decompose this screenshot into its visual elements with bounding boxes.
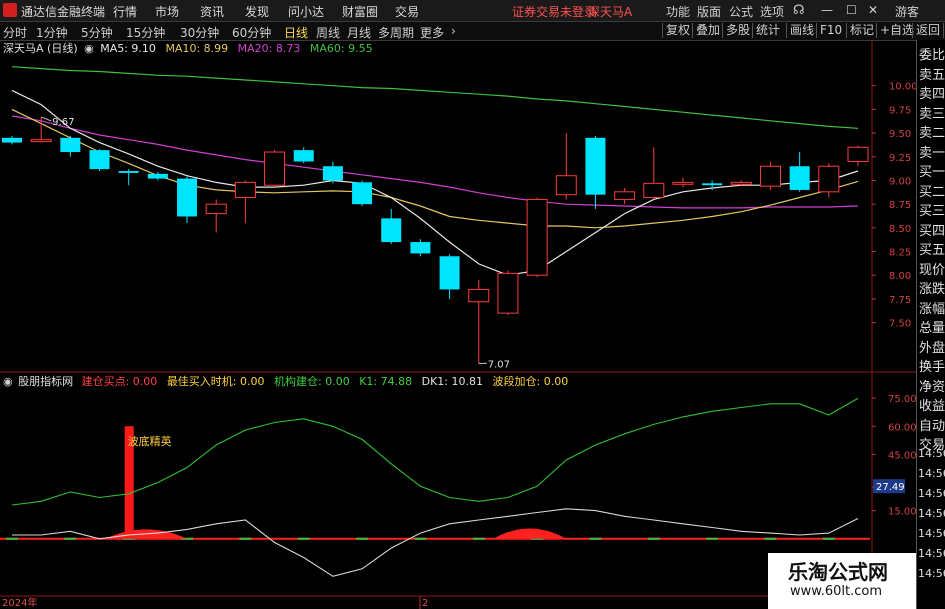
candle-body-down	[702, 183, 723, 186]
y-tick-label: 7.50	[889, 319, 911, 330]
ma60-line	[11, 66, 859, 129]
candle-body-up	[205, 203, 227, 215]
high-price-label: 9.67	[52, 117, 74, 128]
dk1-line	[12, 508, 859, 577]
candle-body-up	[526, 198, 548, 276]
candle-body-down	[147, 173, 168, 179]
side-field-10[interactable]: 买四	[919, 222, 945, 241]
time-label: 14:56	[918, 447, 945, 460]
red-area	[493, 528, 567, 539]
y-tick-label: 7.75	[889, 295, 911, 306]
side-field-17[interactable]: 换手	[919, 358, 945, 377]
side-field-2[interactable]: 卖五	[919, 66, 945, 85]
side-field-18[interactable]: 净资	[919, 378, 945, 397]
candle-body-up	[468, 288, 490, 303]
side-field-1[interactable]: 委比	[919, 46, 945, 65]
side-field-14[interactable]: 涨幅	[919, 300, 945, 319]
y-tick-label: 8.00	[889, 271, 911, 282]
candle-body-down	[352, 182, 373, 205]
side-field-3[interactable]: 卖四	[919, 85, 945, 104]
candle-body-up	[234, 181, 256, 199]
x-label-month: 2	[422, 598, 428, 609]
y-tick-label: 9.50	[889, 129, 911, 140]
side-field-12[interactable]: 现价	[919, 261, 945, 280]
k1-line	[11, 397, 859, 506]
watermark-url: www.60lt.com	[790, 584, 882, 599]
low-price-label: 7.07	[488, 359, 510, 370]
candle-body-down	[60, 137, 81, 153]
x-label-year: 2024年	[2, 596, 37, 609]
candle-body-up	[759, 165, 781, 187]
watermark-title: 乐淘公式网	[788, 560, 888, 584]
candle-body-down	[439, 256, 460, 290]
candle-body-up	[264, 151, 286, 186]
kline-chart[interactable]: 波底精英 10.00 9.75 9.50 9.25 9.00 8.75 8.50 8.25 8.…	[0, 0, 916, 609]
side-field-4[interactable]: 卖三	[919, 105, 945, 124]
side-field-5[interactable]: 卖二	[919, 124, 945, 143]
candle-body-up	[672, 181, 694, 185]
candle-body-down	[322, 166, 343, 181]
side-field-11[interactable]: 买五	[919, 241, 945, 260]
time-label: 14:56	[918, 507, 945, 520]
side-field-8[interactable]: 买二	[919, 183, 945, 202]
candle-body-up	[730, 181, 752, 185]
side-field-7[interactable]: 买一	[919, 163, 945, 182]
ma10-line	[11, 108, 859, 229]
time-label: 14:56	[918, 547, 945, 560]
candle-body-down	[118, 170, 139, 173]
side-field-19[interactable]: 收益	[919, 397, 945, 416]
candle-body-down	[410, 242, 431, 254]
side-field-6[interactable]: 卖一	[919, 144, 945, 163]
side-field-15[interactable]: 总量	[919, 319, 945, 338]
y-tick-label: 10.00	[889, 82, 916, 93]
y-tick-label: 15.00	[888, 507, 916, 518]
high-pointer	[40, 116, 52, 122]
y-tick-label: 8.75	[889, 200, 911, 211]
y-tick-label: 60.00	[888, 422, 916, 433]
current-value-label: 27.49	[876, 482, 905, 493]
time-label: 14:56	[918, 487, 945, 500]
side-field-9[interactable]: 买三	[919, 202, 945, 221]
time-label: 14:56	[918, 527, 945, 540]
candle-body-up	[643, 182, 665, 199]
y-tick-label: 8.25	[889, 248, 911, 259]
ma20-line	[11, 115, 859, 209]
candle-body-up	[497, 272, 519, 314]
candle-body-down	[585, 137, 606, 195]
time-label: 14:56	[918, 467, 945, 480]
y-tick-label: 75.00	[888, 394, 916, 405]
candle-body-down	[177, 178, 198, 217]
back-button[interactable]: 返回	[912, 23, 945, 38]
y-tick-label: 8.50	[889, 224, 911, 235]
side-field-20[interactable]: 自动	[919, 417, 945, 436]
candle-body-up	[818, 165, 840, 193]
candle-body-down	[789, 166, 810, 190]
quote-side-panel: 委比 卖五 卖四 卖三 卖二 卖一 买一 买二 买三 买四 买五 现价 涨跌 涨幅 总量 外盘 换手 净资 收益 自动…	[916, 40, 945, 609]
candle-body-up	[555, 175, 577, 196]
candle-body-down	[381, 218, 402, 243]
candle-body-down	[293, 150, 314, 162]
y-tick-label: 45.00	[888, 450, 916, 461]
signal-label: 波底精英	[128, 434, 172, 448]
candle-body-down	[2, 137, 22, 143]
y-tick-label: 9.25	[889, 153, 911, 164]
side-field-13[interactable]: 涨跌	[919, 280, 945, 299]
candle-body-down	[89, 150, 110, 170]
y-tick-label: 9.75	[889, 105, 911, 116]
candle-body-up	[614, 191, 636, 200]
candle-body-up	[847, 146, 869, 163]
time-label: 14:56	[918, 567, 945, 580]
watermark-logo: 乐淘公式网 www.60lt.com	[768, 553, 916, 609]
candle-body-up	[30, 139, 52, 143]
y-tick-label: 9.00	[889, 176, 911, 187]
side-field-16[interactable]: 外盘	[919, 339, 945, 358]
